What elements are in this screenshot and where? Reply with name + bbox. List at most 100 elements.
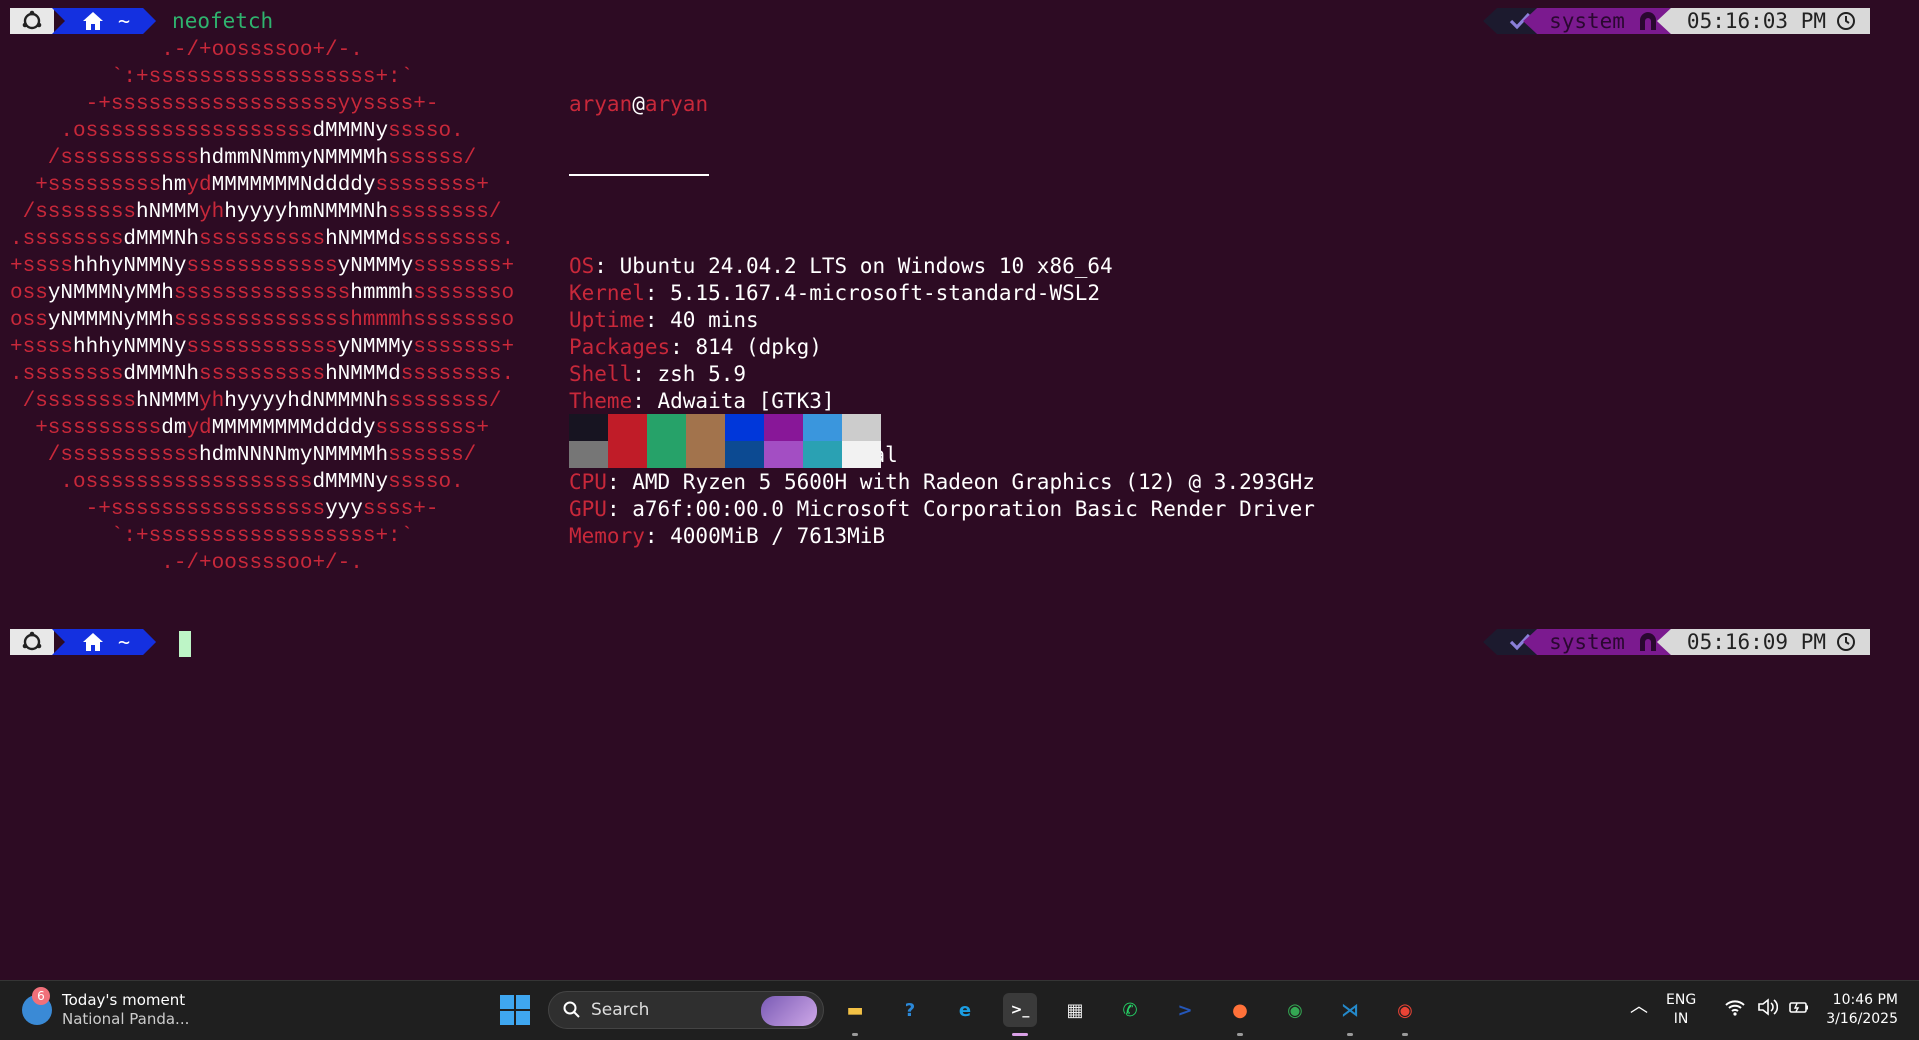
chevron-up-icon[interactable]: ︿: [1630, 997, 1648, 1016]
widgets-button[interactable]: 6 Today's moment National Panda...: [22, 987, 190, 1029]
ascii-segment: ssssssssss: [199, 363, 326, 386]
info-key: GPU: [569, 497, 607, 521]
moment-subtitle: National Panda...: [62, 1010, 190, 1028]
ascii-segment: hhhyNMMNy: [73, 336, 187, 359]
arch-icon: [1639, 12, 1656, 30]
ascii-segment: `:+ssssssssssssssssss+:`: [10, 66, 414, 89]
notification-badge: 6: [32, 987, 50, 1005]
ascii-segment: hdmNNNNmyNMMMMh: [199, 444, 389, 467]
prompt-line-2: ~: [10, 629, 156, 655]
ascii-segment: .ssssssss: [10, 228, 124, 251]
color-palette: [569, 414, 881, 468]
ascii-segment: sssso.: [388, 120, 464, 143]
ascii-segment: yd: [186, 417, 212, 440]
ascii-segment: dMMMNh: [123, 363, 200, 386]
info-value: : 5.15.167.4-microsoft-standard-WSL2: [644, 281, 1101, 305]
ascii-segment: MMMMMMMMddddy: [211, 417, 376, 440]
color-swatch: [569, 414, 608, 441]
vscode-icon[interactable]: ⋊: [1333, 993, 1367, 1027]
file-explorer-icon[interactable]: ▬: [838, 993, 872, 1027]
whatsapp-icon[interactable]: ✆: [1113, 993, 1147, 1027]
ascii-segment: dMMMNy: [312, 120, 389, 143]
ascii-segment: ssssss/: [388, 444, 477, 467]
arch-icon: [1639, 633, 1656, 651]
ascii-segment: /ssssssss: [10, 390, 137, 413]
ascii-segment: yh: [199, 390, 225, 413]
ascii-segment: .ssssssss: [10, 363, 124, 386]
chrome-canary-icon[interactable]: ◉: [1388, 993, 1422, 1027]
moment-title: Today's moment: [62, 991, 186, 1009]
info-row: Packages: 814 (dpkg): [569, 334, 1315, 361]
home-icon: [82, 632, 104, 652]
clock[interactable]: 10:46 PM 3/16/2025: [1826, 991, 1898, 1029]
chrome-icon[interactable]: ◉: [1278, 993, 1312, 1027]
ascii-segment: yNMMMNyMMh: [47, 309, 174, 332]
ascii-segment: hNMMM: [136, 201, 200, 224]
battery-icon: [1789, 1002, 1808, 1013]
ascii-segment: ssssssssssss: [186, 336, 338, 359]
start-button[interactable]: [500, 995, 530, 1025]
status-text: system: [1549, 630, 1625, 654]
ascii-segment: ssssssso: [413, 282, 515, 305]
clock-icon: [1837, 12, 1855, 30]
command-text: neofetch: [172, 9, 274, 33]
ascii-segment: hm: [161, 174, 187, 197]
info-row: Shell: zsh 5.9: [569, 361, 1315, 388]
volume-icon: [1758, 998, 1778, 1016]
home-icon: [82, 11, 104, 31]
status-text: system: [1549, 9, 1625, 33]
ascii-segment: `:+ssssssssssssssssss+:`: [10, 525, 414, 548]
ascii-segment: ssssss/: [388, 147, 477, 170]
info-row: Theme: Adwaita [GTK3]: [569, 388, 1315, 415]
terminal-window[interactable]: ~ neofetch system 05:16:03 PM .-/+oossss…: [0, 0, 1919, 980]
edge-icon[interactable]: e: [948, 993, 982, 1027]
ascii-segment: dm: [161, 417, 187, 440]
color-swatch: [686, 441, 725, 468]
info-row: Uptime: 40 mins: [569, 307, 1315, 334]
at-sign: @: [632, 92, 645, 116]
ascii-segment: .-/+oossssoo+/-.: [10, 552, 363, 575]
status-segment: system: [1523, 629, 1671, 655]
system-info: aryan@aryan OS: Ubuntu 24.04.2 LTS on Wi…: [569, 37, 1315, 604]
ascii-segment: yNMMMy: [337, 336, 414, 359]
color-swatch: [764, 441, 803, 468]
ascii-segment: ssssssss+: [375, 417, 489, 440]
time-segment: 05:16:09 PM: [1656, 629, 1870, 655]
system-tray-icons[interactable]: [1724, 997, 1810, 1017]
ascii-segment: sssso.: [388, 471, 464, 494]
terminal-icon[interactable]: >_: [1003, 993, 1037, 1027]
powershell-icon[interactable]: >: [1168, 993, 1202, 1027]
info-key: Theme: [569, 389, 633, 413]
text-cursor[interactable]: [179, 631, 191, 657]
firefox-icon[interactable]: ●: [1223, 993, 1257, 1027]
ubuntu-icon: [10, 629, 54, 655]
language-indicator[interactable]: ENG IN: [1666, 991, 1696, 1029]
ascii-segment: dMMMNy: [312, 471, 389, 494]
ascii-segment: sssssssssssssshmmmhssssssso: [173, 309, 515, 332]
info-row: Kernel: 5.15.167.4-microsoft-standard-WS…: [569, 280, 1315, 307]
ubuntu-ascii-logo: .-/+oossssoo+/-. `:+ssssssssssssssssss+:…: [10, 37, 514, 577]
ascii-segment: MMMMMMMNddddy: [211, 174, 376, 197]
info-key: Shell: [569, 362, 633, 386]
time-segment: 05:16:03 PM: [1656, 8, 1870, 34]
ascii-segment: hyyyyhmNMMMNh: [224, 201, 389, 224]
get-help-icon[interactable]: ?: [893, 993, 927, 1027]
ascii-segment: hNMMMd: [325, 228, 401, 251]
ascii-segment: .-/+oossssoo+/-.: [10, 39, 363, 62]
info-key: CPU: [569, 470, 607, 494]
info-rows: OS: Ubuntu 24.04.2 LTS on Windows 10 x86…: [569, 253, 1315, 550]
color-swatch: [803, 414, 842, 441]
right-prompt-1: system 05:16:03 PM: [1483, 8, 1870, 34]
prompt-line-1: ~ neofetch: [10, 8, 273, 34]
language-code: ENG: [1666, 992, 1697, 1008]
color-swatch: [764, 414, 803, 441]
username: aryan: [569, 92, 633, 116]
ascii-segment: yd: [186, 174, 212, 197]
info-key: OS: [569, 254, 595, 278]
ascii-segment: +sssssssss: [10, 417, 162, 440]
path-segment: ~: [52, 8, 156, 34]
time-text: 05:16:09 PM: [1686, 630, 1826, 654]
microsoft-store-icon[interactable]: ▦: [1058, 993, 1092, 1027]
ascii-segment: /sssssssssss: [10, 444, 200, 467]
search-box[interactable]: Search: [548, 991, 824, 1029]
